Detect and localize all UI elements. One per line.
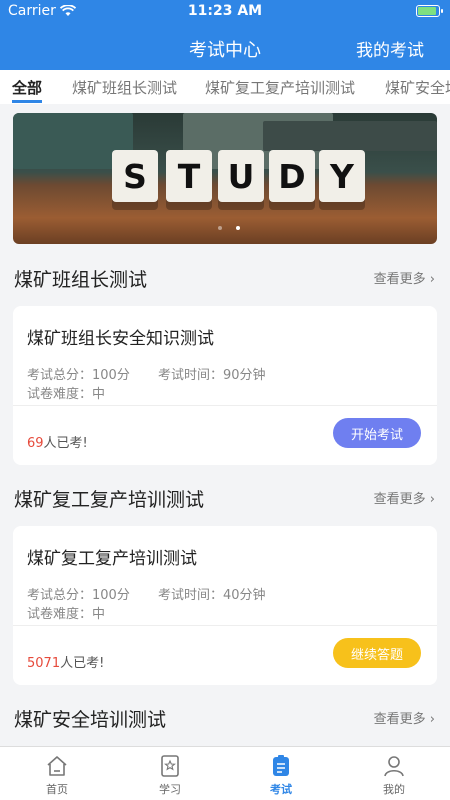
carousel-dot [236,226,240,230]
exam-time: 考试时间：40分钟 [158,588,266,603]
carousel-indicator [218,226,240,230]
exam-count: 5071人已考! [27,656,105,671]
tab-all[interactable]: 全部 [12,77,43,103]
tabbar-home[interactable]: 首页 [27,755,87,797]
banner-letter: T [166,150,212,202]
tabbar-exam[interactable]: 考试 [251,755,311,797]
continue-exam-button[interactable]: 继续答题 [333,638,421,668]
divider [13,405,437,406]
divider [13,625,437,626]
bottom-tab-bar: 首页 学习 考试 我的 [0,746,450,800]
tabbar-label: 我的 [383,783,405,796]
view-more-link[interactable]: 查看更多 › [374,268,435,287]
tabbar-study[interactable]: 学习 [140,755,200,797]
tabbar-label: 首页 [46,783,68,796]
banner-letter: U [218,150,264,202]
status-time: 11:23 AM [187,3,263,19]
view-more-link[interactable]: 查看更多 › [374,488,435,507]
my-exams-button[interactable]: 我的考试 [356,36,424,61]
exam-title: 煤矿班组长安全知识测试 [27,329,214,349]
section-title: 煤矿班组长测试 [14,269,148,291]
tab-team-leader[interactable]: 煤矿班组长测试 [72,77,177,98]
banner-letter: S [112,150,158,202]
exam-card[interactable]: 煤矿复工复产培训测试 考试总分：100分 考试时间：40分钟 试卷难度：中 50… [13,526,437,685]
exam-score: 考试总分：100分 [27,588,130,603]
battery-icon [416,5,443,17]
exam-time: 考试时间：90分钟 [158,368,266,383]
profile-icon [384,756,404,777]
section-title: 煤矿复工复产培训测试 [14,489,205,511]
banner-carousel[interactable]: S T U D Y [13,113,437,244]
category-tabs: 全部 煤矿班组长测试 煤矿复工复产培训测试 煤矿安全培 [0,70,450,104]
tab-return-to-work[interactable]: 煤矿复工复产培训测试 [205,77,355,98]
home-icon [47,756,67,776]
banner-letter: D [269,150,315,202]
view-more-link[interactable]: 查看更多 › [374,708,435,727]
exam-score: 考试总分：100分 [27,368,130,383]
tabbar-profile[interactable]: 我的 [364,755,424,797]
section-title: 煤矿安全培训测试 [14,709,167,731]
start-exam-button[interactable]: 开始考试 [333,418,421,448]
tab-safety[interactable]: 煤矿安全培 [385,77,450,98]
exam-title: 煤矿复工复产培训测试 [27,549,197,569]
exam-count: 69人已考! [27,436,88,451]
exam-difficulty: 试卷难度：中 [27,607,106,622]
tabbar-label: 学习 [159,783,181,796]
status-bar: Carrier 11:23 AM [0,0,450,22]
exam-card[interactable]: 煤矿班组长安全知识测试 考试总分：100分 考试时间：90分钟 试卷难度：中 6… [13,306,437,465]
tabbar-label: 考试 [270,783,292,796]
study-icon [161,755,179,777]
exam-icon [273,755,289,776]
header: Carrier 11:23 AM 考试中心 我的考试 [0,0,450,70]
exam-difficulty: 试卷难度：中 [27,387,106,402]
carousel-dot [218,226,222,230]
banner-letter: Y [319,150,365,202]
